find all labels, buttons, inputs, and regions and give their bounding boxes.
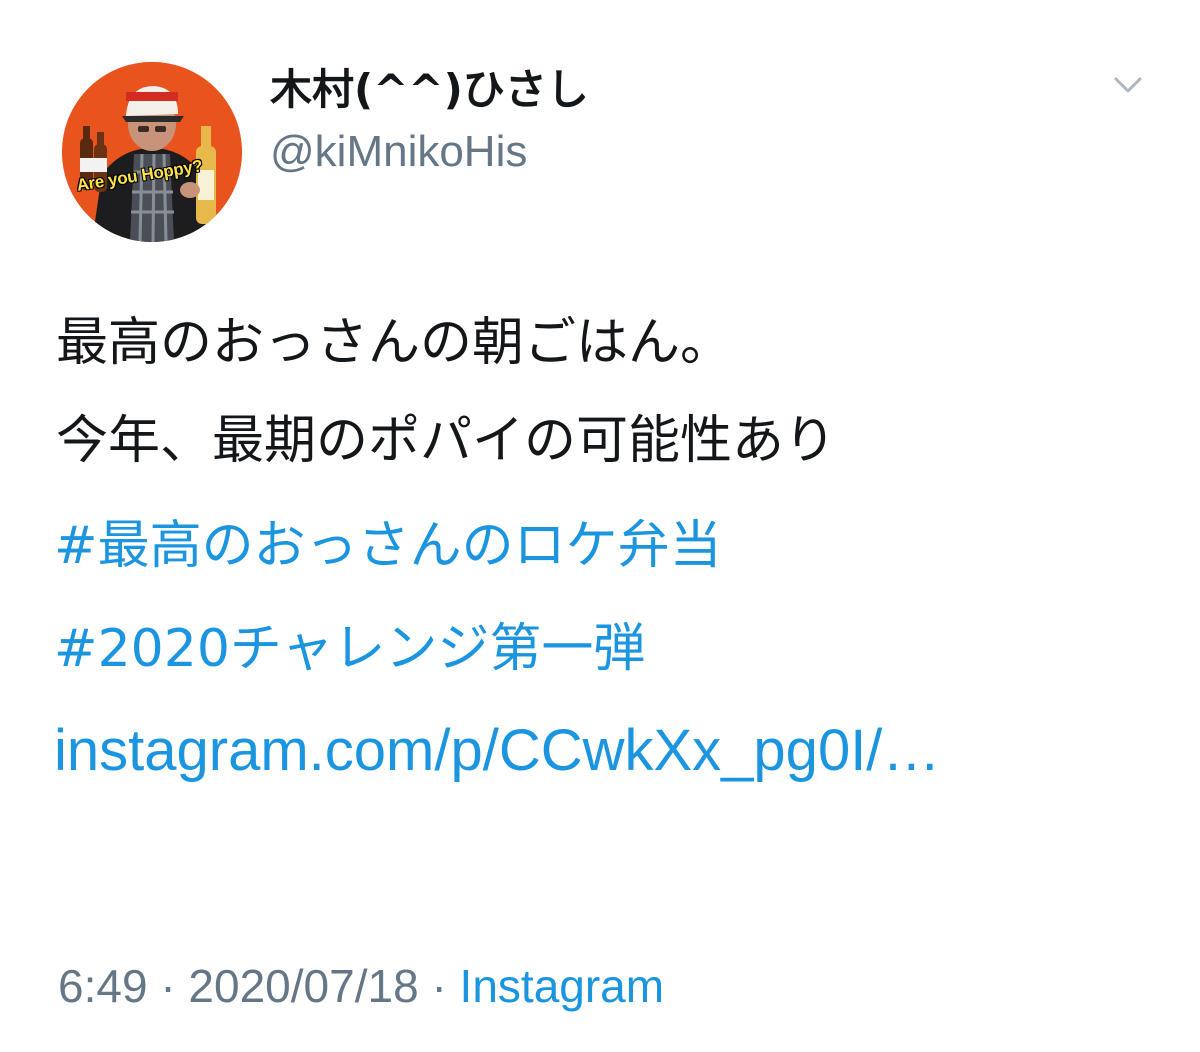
instagram-link[interactable]: instagram.com/p/CCwkXx_pg0I/… [54,716,940,786]
hashtag-link[interactable]: #最高のおっさんのロケ弁当 [54,511,722,581]
display-name[interactable]: 木村(^^)ひさし [270,64,589,116]
tweet-menu-button[interactable] [1108,68,1148,102]
meta-separator: · [160,960,176,1012]
meta-separator: · [431,960,447,1012]
tweet-text-line: 今年、最期のポパイの可能性あり [56,411,837,471]
tweet-text-line: 最高のおっさんの朝ごはん。 [56,313,733,373]
tweet-meta: 6:49 · 2020/07/18 · Instagram [58,956,664,1016]
tweet-source-link[interactable]: Instagram [460,960,665,1012]
hashtag-link[interactable]: #2020チャレンジ第一弾 [54,614,645,684]
user-handle[interactable]: @kiMnikoHis [270,125,527,179]
tweet-time[interactable]: 6:49 [58,960,148,1012]
avatar[interactable]: Are you Hoppy? [62,62,242,242]
tweet-card: Are you Hoppy? 木村(^^)ひさし @kiMnikoHis 最高の… [0,0,1200,1052]
tweet-date[interactable]: 2020/07/18 [188,960,418,1012]
avatar-photo [62,62,242,242]
chevron-down-icon [1114,77,1142,93]
